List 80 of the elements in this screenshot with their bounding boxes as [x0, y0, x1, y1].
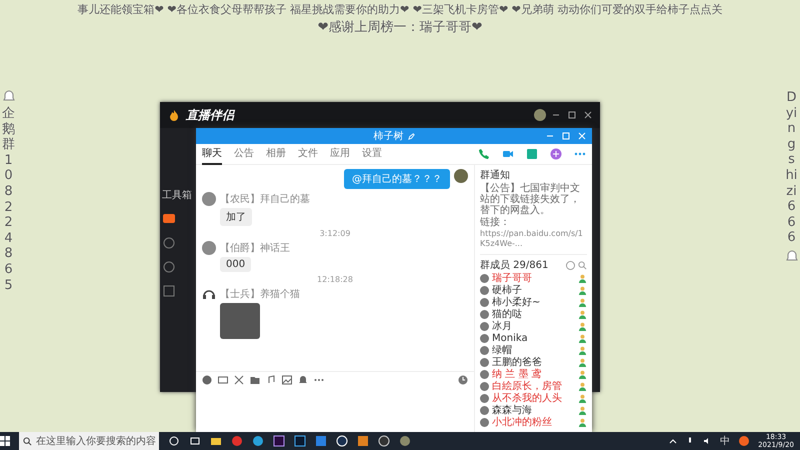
person-icon: [578, 310, 587, 319]
avatar-icon[interactable]: [202, 192, 216, 206]
person-icon: [578, 418, 587, 427]
ime-indicator[interactable]: 中: [720, 434, 730, 448]
member-name[interactable]: 绿帽: [492, 345, 575, 356]
avatar-icon[interactable]: [202, 241, 216, 255]
scissors-icon[interactable]: [234, 375, 244, 385]
chevron-up-icon[interactable]: [669, 437, 678, 445]
taskbar-search-field[interactable]: 在这里输入你要搜索的内容: [19, 432, 159, 450]
avatar-icon[interactable]: [454, 169, 468, 183]
person-icon: [578, 382, 587, 391]
message-bubble: 000: [220, 257, 252, 272]
message-bubble: @拜自己的墓？？？: [344, 169, 450, 189]
bell-icon[interactable]: [298, 375, 308, 385]
banner-text: 事儿还能领宝箱❤ ❤各位衣食父母帮帮孩子 福星挑战需要你的助力❤ ❤三架飞机卡房管❤ ❤兄弟萌 动动你们可爱的双手给柿子点点关: [78, 2, 722, 18]
person-icon: [578, 370, 587, 379]
chat-tab[interactable]: 文件: [298, 143, 318, 165]
start-icon[interactable]: [0, 436, 10, 446]
sender-name: 【伯爵】神话王: [220, 242, 290, 255]
link-label: 链接：: [480, 217, 511, 228]
member-name[interactable]: 硬柿子: [492, 285, 575, 296]
member-name[interactable]: 冰月: [492, 321, 575, 332]
search-icon: [23, 436, 32, 446]
person-icon: [578, 358, 587, 367]
search-icon[interactable]: [578, 260, 587, 270]
chat-tab[interactable]: 相册: [266, 143, 286, 165]
vertical-text: Dyingshizi666: [785, 90, 798, 246]
plus-circle-icon[interactable]: [550, 148, 562, 160]
clock-icon[interactable]: [458, 375, 468, 385]
member-name[interactable]: 森森与海: [492, 405, 575, 416]
chat-tab[interactable]: 聊天: [202, 143, 222, 165]
member-name[interactable]: 柿小柔好~: [492, 297, 575, 308]
flame-logo-icon: [168, 109, 180, 121]
member-name[interactable]: 白絵原长，房管: [492, 381, 575, 392]
more-icon[interactable]: [574, 152, 586, 156]
member-name[interactable]: 瑞子哥哥: [492, 273, 575, 284]
banner-text: ❤感谢上周榜一：瑞子哥哥❤: [318, 20, 482, 36]
maximize-icon[interactable]: [568, 111, 576, 119]
person-icon: [578, 274, 587, 283]
sidebar-label: 工具箱: [162, 189, 192, 202]
members-count: 群成员 29/861: [480, 258, 548, 272]
person-icon: [578, 334, 587, 343]
person-icon: [578, 394, 587, 403]
message-bubble: 加了: [220, 208, 252, 226]
video-icon[interactable]: [502, 148, 514, 160]
member-name[interactable]: 小北冲的粉丝: [492, 417, 575, 428]
notice-text: 【公告】七国审判中文站的下载链接失效了，替下的网盘入。: [480, 183, 581, 216]
timestamp: 12:18:28: [317, 275, 353, 284]
member-name[interactable]: 王鹏的爸爸: [492, 357, 575, 368]
notice-title: 群通知: [480, 168, 511, 182]
chat-tab[interactable]: 设置: [362, 143, 382, 165]
person-icon: [578, 298, 587, 307]
sticker-image: [220, 303, 260, 339]
member-name[interactable]: Monika: [492, 333, 575, 344]
notice-link[interactable]: https://pan.baidu.com/s/1K5z4We-...: [480, 229, 587, 249]
vertical-text: 企鹅群108224865: [2, 106, 15, 294]
bell-icon: [2, 90, 14, 102]
sender-name: 【士兵】养猫个猫: [220, 288, 300, 301]
member-name[interactable]: 纳 兰 墨 鸢: [492, 369, 575, 380]
sender-name: 【农民】拜自己的墓: [220, 192, 310, 206]
app-title: 直播伴侣: [186, 106, 234, 124]
pencil-icon[interactable]: [408, 132, 414, 140]
person-icon: [578, 286, 587, 295]
person-icon: [578, 406, 587, 415]
bell-icon: [786, 250, 798, 262]
phone-icon[interactable]: [478, 148, 490, 160]
member-name[interactable]: 从不杀我的人头: [492, 393, 575, 404]
person-icon: [578, 346, 587, 355]
chat-title: 柿子树: [374, 130, 404, 143]
image-icon[interactable]: [282, 375, 292, 385]
chat-tab[interactable]: 公告: [234, 143, 254, 165]
close-icon[interactable]: [584, 111, 592, 119]
member-name[interactable]: 猫的哒: [492, 309, 575, 320]
avatar-icon[interactable]: [534, 109, 546, 121]
folder-icon[interactable]: [210, 435, 222, 447]
avatar-app-icon[interactable]: [399, 435, 411, 447]
person-icon: [578, 322, 587, 331]
timestamp: 3:12:09: [320, 229, 350, 238]
folder-icon[interactable]: [250, 375, 260, 385]
chat-tab[interactable]: 应用: [330, 143, 350, 165]
